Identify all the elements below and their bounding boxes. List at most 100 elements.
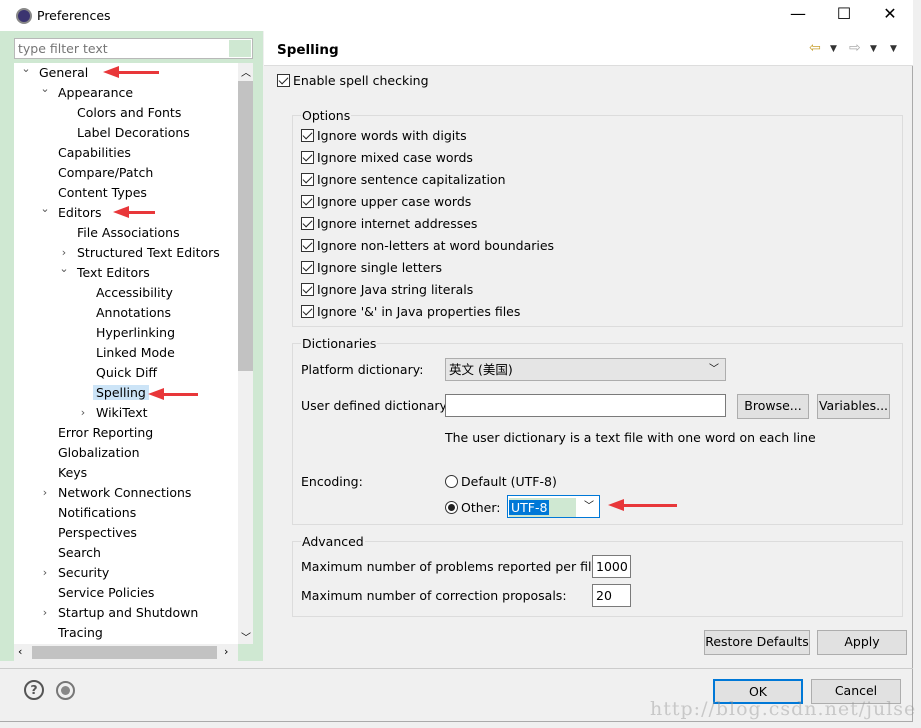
user-dictionary-input[interactable] [445,394,726,417]
tree-item[interactable]: Annotations [96,303,171,323]
view-menu-icon[interactable]: ▼ [890,44,897,54]
checkbox-icon[interactable] [277,74,290,87]
help-icon[interactable]: ? [24,680,44,700]
option-checkbox[interactable]: Ignore internet addresses [301,216,477,231]
tree-item-label: Notifications [58,505,137,520]
title-bar: Preferences — ☐ ✕ [0,0,913,31]
tree-item[interactable]: Capabilities [58,143,131,163]
forward-menu-icon[interactable]: ▼ [870,44,877,54]
tree-item-label: Network Connections [58,485,192,500]
tree-item[interactable]: Search [58,543,101,563]
tree-item[interactable]: Globalization [58,443,140,463]
restore-defaults-button[interactable]: Restore Defaults [704,630,810,655]
checkbox-icon[interactable] [301,151,314,164]
close-button[interactable]: ✕ [875,4,905,23]
tree-item[interactable]: Label Decorations [77,123,190,143]
tree-item[interactable]: › Network Connections [43,483,192,503]
minimize-button[interactable]: — [783,4,813,23]
back-menu-icon[interactable]: ▼ [830,44,837,54]
tree-item[interactable]: Accessibility [96,283,173,303]
chevron-down-icon[interactable]: ⌄ [20,63,32,79]
radio-icon[interactable] [445,475,458,488]
platform-dictionary-select[interactable]: 英文 (美国) ﹀ [445,358,726,381]
chevron-right-icon[interactable]: › [39,603,51,623]
tree-horizontal-scrollbar[interactable]: ‹ › [14,644,238,661]
browse-button[interactable]: Browse... [737,394,809,419]
checkbox-icon[interactable] [301,195,314,208]
tree-item[interactable]: Content Types [58,183,147,203]
tree-item[interactable]: Notifications [58,503,136,523]
default-encoding-radio[interactable]: Default (UTF-8) [445,474,557,489]
max-problems-input[interactable]: 1000 [592,555,631,578]
tree-item[interactable]: › Security [43,563,110,583]
checkbox-icon[interactable] [301,217,314,230]
max-proposals-input[interactable]: 20 [592,584,631,607]
import-export-icon[interactable] [56,681,75,700]
tree-item[interactable]: File Associations [77,223,180,243]
clear-filter-icon[interactable] [229,40,251,57]
scroll-left-icon[interactable]: ‹ [18,645,22,658]
scroll-down-icon[interactable]: ﹀ [241,629,251,644]
scroll-thumb[interactable] [238,81,253,371]
option-checkbox[interactable]: Ignore non-letters at word boundaries [301,238,554,253]
tree-item[interactable]: Tracing [58,623,103,643]
tree-item[interactable]: Colors and Fonts [77,103,181,123]
tree-item[interactable]: › WikiText [81,403,148,423]
tree-item[interactable]: Hyperlinking [96,323,175,343]
checkbox-icon[interactable] [301,239,314,252]
tree-item[interactable]: Service Policies [58,583,154,603]
tree-item-label: Accessibility [96,285,173,300]
option-checkbox[interactable]: Ignore words with digits [301,128,467,143]
tree-item[interactable]: Perspectives [58,523,137,543]
chevron-right-icon[interactable]: › [77,403,89,423]
checkbox-icon[interactable] [301,173,314,186]
option-checkbox[interactable]: Ignore upper case words [301,194,471,209]
scroll-up-icon[interactable]: ︿ [241,64,251,79]
chevron-right-icon[interactable]: › [39,563,51,583]
apply-button[interactable]: Apply [817,630,907,655]
platform-dictionary-label: Platform dictionary: [301,362,424,377]
tree-item[interactable]: Keys [58,463,87,483]
enable-spell-checking-checkbox[interactable]: Enable spell checking [277,73,429,88]
tree-item[interactable]: ⌄ Editors [40,202,101,223]
chevron-down-icon[interactable]: ⌄ [58,259,70,279]
tree-item[interactable]: ⌄ Text Editors [59,262,149,283]
tree-item[interactable]: Compare/Patch [58,163,153,183]
tree-item-label: Appearance [58,85,134,100]
chevron-down-icon[interactable]: ﹀ [584,496,594,517]
forward-icon[interactable]: ⇨ [849,40,861,56]
scroll-thumb[interactable] [32,646,217,659]
chevron-down-icon[interactable]: ⌄ [39,199,51,219]
chevron-right-icon[interactable]: › [39,483,51,503]
option-checkbox[interactable]: Ignore sentence capitalization [301,172,506,187]
tree-item-label: Keys [58,465,88,480]
maximize-button[interactable]: ☐ [829,4,859,23]
checkbox-icon[interactable] [301,305,314,318]
filter-input[interactable] [15,39,225,58]
tree-vertical-scrollbar[interactable]: ︿ ﹀ [238,63,253,644]
option-checkbox[interactable]: Ignore mixed case words [301,150,473,165]
encoding-combo[interactable]: UTF-8 ﹀ [507,495,600,518]
tree-item[interactable]: Spelling [93,383,149,403]
variables-button[interactable]: Variables... [817,394,890,419]
option-checkbox[interactable]: Ignore '&' in Java properties files [301,304,520,319]
pane-sash[interactable] [253,31,263,661]
scroll-right-icon[interactable]: › [224,645,228,658]
option-checkbox[interactable]: Ignore Java string literals [301,282,473,297]
checkbox-icon[interactable] [301,129,314,142]
tree-item[interactable]: › Startup and Shutdown [43,603,198,623]
filter-field[interactable] [14,38,253,59]
checkbox-icon[interactable] [301,261,314,274]
chevron-down-icon[interactable]: ⌄ [39,79,51,99]
tree-item[interactable]: ⌄ Appearance [40,82,134,103]
tree-item[interactable]: Quick Diff [96,363,157,383]
preference-page: Spelling ⇦ ▼ ⇨ ▼ ▼ Enable spell checking… [264,31,913,661]
checkbox-icon[interactable] [301,283,314,296]
radio-icon[interactable] [445,501,458,514]
other-encoding-radio[interactable]: Other: [445,500,500,515]
tree-item[interactable]: › Structured Text Editors [62,243,220,263]
tree-item[interactable]: Error Reporting [58,423,153,443]
back-icon[interactable]: ⇦ [809,40,821,56]
option-checkbox[interactable]: Ignore single letters [301,260,442,275]
tree-item[interactable]: Linked Mode [96,343,175,363]
